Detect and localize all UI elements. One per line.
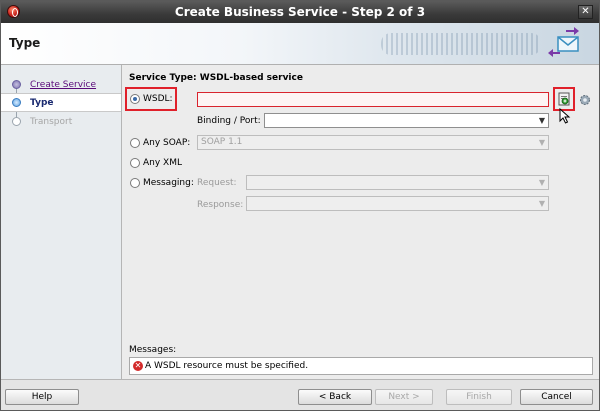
service-type-label: Service Type: WSDL-based service: [129, 73, 303, 83]
gear-icon[interactable]: [578, 93, 592, 107]
binding-port-select[interactable]: ▼: [264, 113, 549, 128]
wsdl-radio[interactable]: WSDL:: [130, 94, 173, 104]
wsdl-input[interactable]: [197, 92, 549, 107]
radio-icon: [130, 138, 140, 148]
nav-item-label: Create Service: [30, 79, 97, 90]
nav-item-label: Transport: [30, 116, 73, 127]
radio-selected-icon: [130, 94, 140, 104]
soap-version-value: SOAP 1.1: [201, 137, 243, 147]
nav-item-create-service[interactable]: Create Service: [1, 75, 121, 94]
chevron-down-icon: ▼: [538, 138, 545, 147]
header-decoration: [381, 33, 541, 55]
chevron-down-icon: ▼: [538, 116, 545, 125]
error-icon: ✕: [133, 361, 143, 371]
response-label: Response:: [197, 200, 244, 210]
messaging-label: Messaging:: [143, 178, 194, 188]
messages-panel: ✕ A WSDL resource must be specified.: [129, 357, 593, 375]
window-title: Create Business Service - Step 2 of 3: [174, 5, 426, 19]
binding-port-label: Binding / Port:: [197, 116, 261, 126]
envelope-arrows-icon: [548, 27, 579, 57]
back-button[interactable]: < Back: [298, 389, 372, 405]
any-xml-label: Any XML: [143, 158, 182, 168]
wsdl-label: WSDL:: [143, 94, 173, 104]
nav-item-transport: Transport: [1, 112, 121, 131]
cancel-button[interactable]: Cancel: [520, 389, 593, 405]
chevron-down-icon: ▼: [538, 178, 545, 187]
wizard-content: Service Type: WSDL-based service WSDL: B…: [123, 65, 599, 379]
request-label: Request:: [197, 178, 237, 188]
messaging-radio[interactable]: Messaging:: [130, 178, 194, 188]
any-xml-radio[interactable]: Any XML: [130, 158, 182, 168]
wizard-window: Create Business Service - Step 2 of 3 ✕ …: [0, 0, 600, 411]
nav-item-type[interactable]: Type: [1, 93, 121, 112]
wizard-header: Type: [1, 23, 599, 65]
any-soap-label: Any SOAP:: [143, 138, 191, 148]
title-bar[interactable]: Create Business Service - Step 2 of 3 ✕: [1, 1, 599, 23]
wizard-steps-nav: Create Service Type Transport: [1, 65, 122, 379]
wizard-footer: Help < Back Next > Finish Cancel: [1, 379, 599, 410]
radio-icon: [130, 178, 140, 188]
app-icon: [7, 5, 20, 18]
page-title: Type: [9, 36, 41, 50]
messages-label: Messages:: [129, 345, 177, 355]
soap-version-select: SOAP 1.1 ▼: [197, 135, 549, 150]
next-button: Next >: [375, 389, 433, 405]
step-current-icon: [12, 98, 21, 107]
mouse-pointer-icon: [559, 108, 571, 124]
browse-wsdl-icon[interactable]: [557, 92, 571, 106]
chevron-down-icon: ▼: [538, 199, 545, 208]
request-select: ▼: [246, 175, 549, 190]
step-pending-icon: [12, 117, 21, 126]
step-done-icon: [12, 80, 21, 89]
radio-icon: [130, 158, 140, 168]
error-message: A WSDL resource must be specified.: [145, 361, 309, 371]
help-button[interactable]: Help: [5, 389, 79, 405]
response-select: ▼: [246, 196, 549, 211]
any-soap-radio[interactable]: Any SOAP:: [130, 138, 190, 148]
close-button[interactable]: ✕: [578, 5, 593, 19]
finish-button: Finish: [446, 389, 512, 405]
nav-item-label: Type: [30, 97, 54, 108]
